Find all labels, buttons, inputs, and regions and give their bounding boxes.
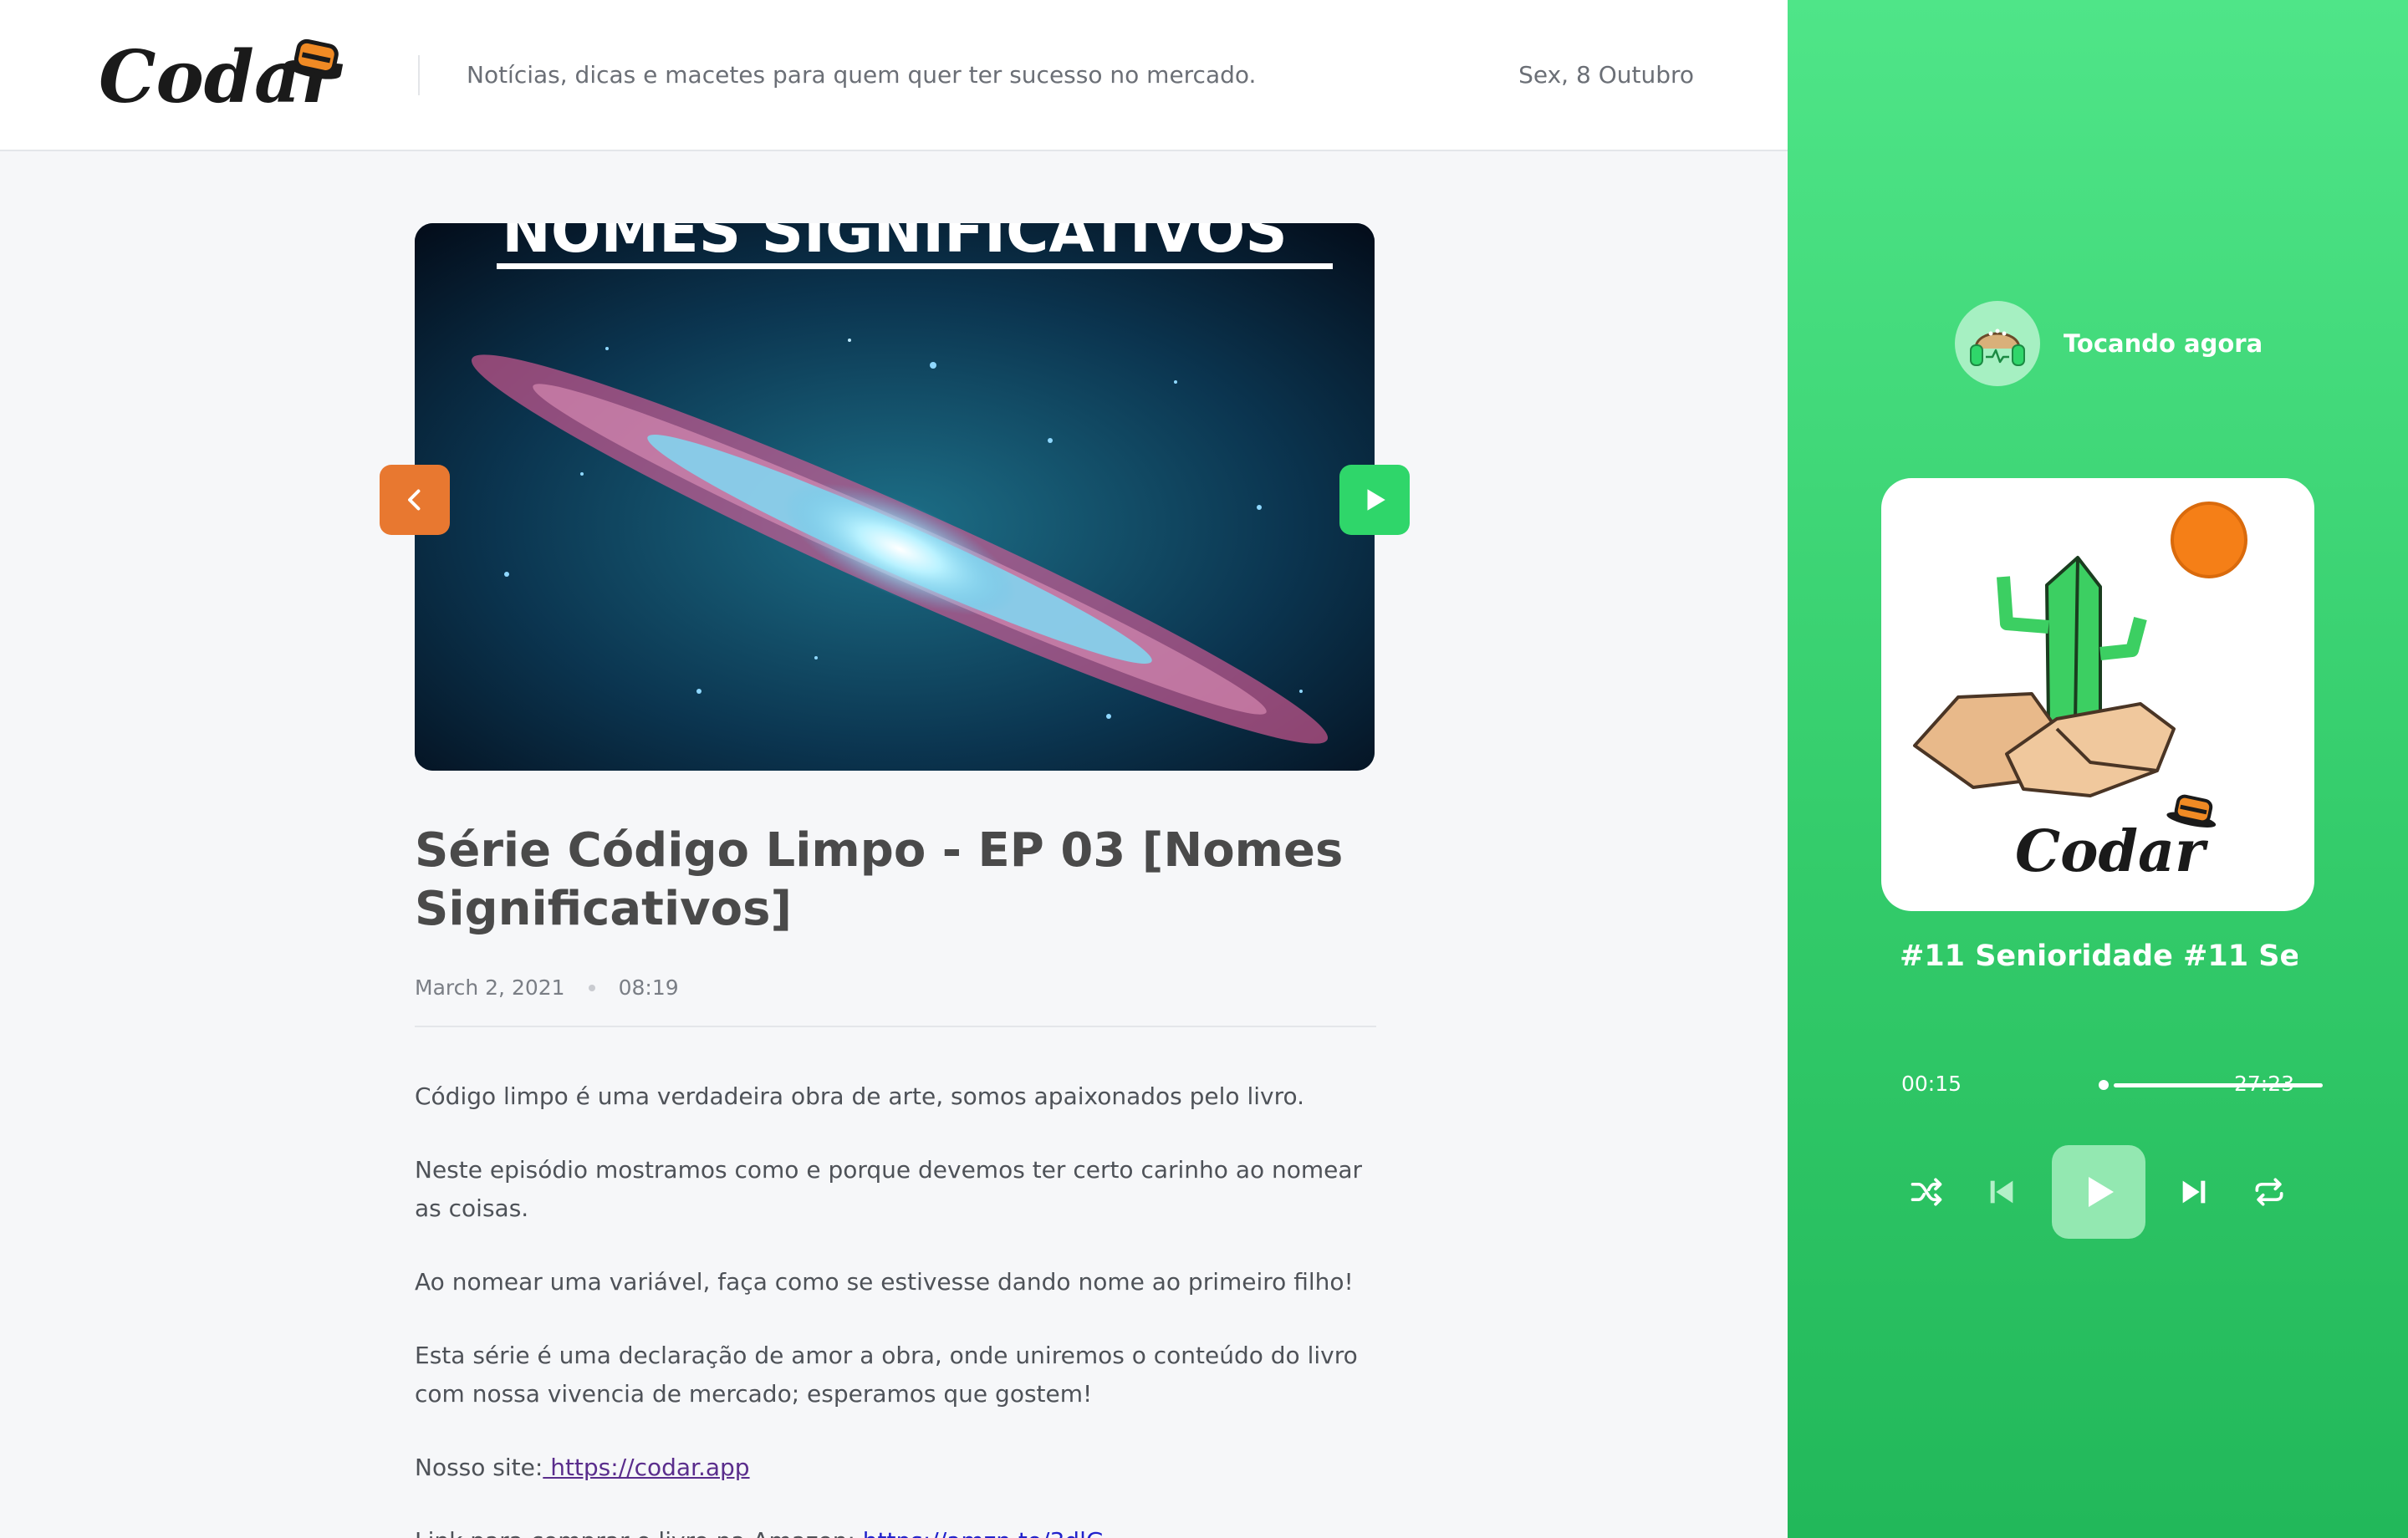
player-controls (1901, 1145, 2294, 1239)
current-date: Sex, 8 Outubro (1518, 61, 1694, 89)
progress-thumb[interactable] (2099, 1080, 2109, 1090)
amazon-link[interactable]: https://amzn.to/3dlG (855, 1527, 1105, 1538)
album-logo-text: Codar (2015, 818, 2208, 885)
now-playing-label: Tocando agora (2064, 329, 2263, 358)
description-paragraph: Neste episódio mostramos como e porque d… (415, 1156, 1363, 1222)
skip-previous-icon (1990, 1180, 2013, 1204)
now-playing-header: Tocando agora (1955, 301, 2263, 386)
progress-row: 00:15 27:23 (1901, 1072, 2323, 1100)
episode-detail: NOMES SIGNIFICATIVOS Série Código Limpo … (0, 153, 1788, 1538)
skip-previous-button[interactable] (1977, 1167, 2027, 1217)
meta-separator (588, 984, 595, 991)
description-paragraph: Código limpo é uma verdadeira obra de ar… (415, 1082, 1305, 1110)
chevron-left-icon (408, 489, 421, 511)
shuffle-button[interactable] (1901, 1167, 1951, 1217)
episode-meta: March 2, 2021 08:19 (415, 975, 679, 1000)
episode-duration: 08:19 (618, 975, 679, 1000)
amazon-label: Link para comprar o livro na Amazon: (415, 1527, 855, 1538)
episode-cover: NOMES SIGNIFICATIVOS (415, 223, 1375, 771)
cover-banner-text: NOMES SIGNIFICATIVOS (502, 223, 1288, 266)
codar-logo[interactable]: Codar (99, 25, 366, 120)
sun (2171, 502, 2247, 578)
skip-next-button[interactable] (2169, 1167, 2219, 1217)
now-playing-panel: Tocando agora Codar #11 Senioridade #11 … (1788, 0, 2408, 1538)
shuffle-icon (1911, 1178, 1942, 1206)
site-tagline: Notícias, dicas e macetes para quem quer… (467, 61, 1257, 89)
episode-description: Código limpo é uma verdadeira obra de ar… (415, 1077, 1376, 1538)
album-art: Codar (1881, 478, 2314, 911)
headphones-avatar (1955, 301, 2040, 386)
amazon-line: Link para comprar o livro na Amazon: htt… (415, 1522, 1376, 1538)
site-label: Nosso site: (415, 1454, 543, 1481)
episode-date: March 2, 2021 (415, 975, 565, 1000)
track-title: #11 Senioridade #11 Senioridade (1900, 940, 2298, 973)
site-line: Nosso site: https://codar.app (415, 1449, 1376, 1487)
current-time: 00:15 (1901, 1072, 1962, 1096)
repeat-icon (2255, 1178, 2283, 1206)
total-time: 27:23 (2233, 1072, 2294, 1096)
meta-divider (415, 1026, 1376, 1027)
description-paragraph: Esta série é uma declaração de amor a ob… (415, 1342, 1358, 1408)
episode-title: Série Código Limpo - EP 03 [Nomes Signif… (415, 823, 1344, 936)
rocks (1913, 692, 2176, 797)
repeat-button[interactable] (2244, 1167, 2294, 1217)
skip-next-icon (2182, 1180, 2206, 1204)
headphones-icon (1970, 328, 2025, 366)
previous-episode-button[interactable] (380, 465, 450, 535)
site-header: Codar Notícias, dicas e macetes para que… (0, 0, 1788, 151)
header-divider (418, 55, 420, 95)
site-link[interactable]: https://codar.app (543, 1454, 749, 1481)
play-episode-button[interactable] (1339, 465, 1410, 535)
play-icon (1367, 489, 1385, 511)
description-paragraph: Ao nomear uma variável, faça como se est… (415, 1268, 1354, 1296)
play-button[interactable] (2052, 1145, 2145, 1239)
play-icon (2089, 1177, 2114, 1207)
